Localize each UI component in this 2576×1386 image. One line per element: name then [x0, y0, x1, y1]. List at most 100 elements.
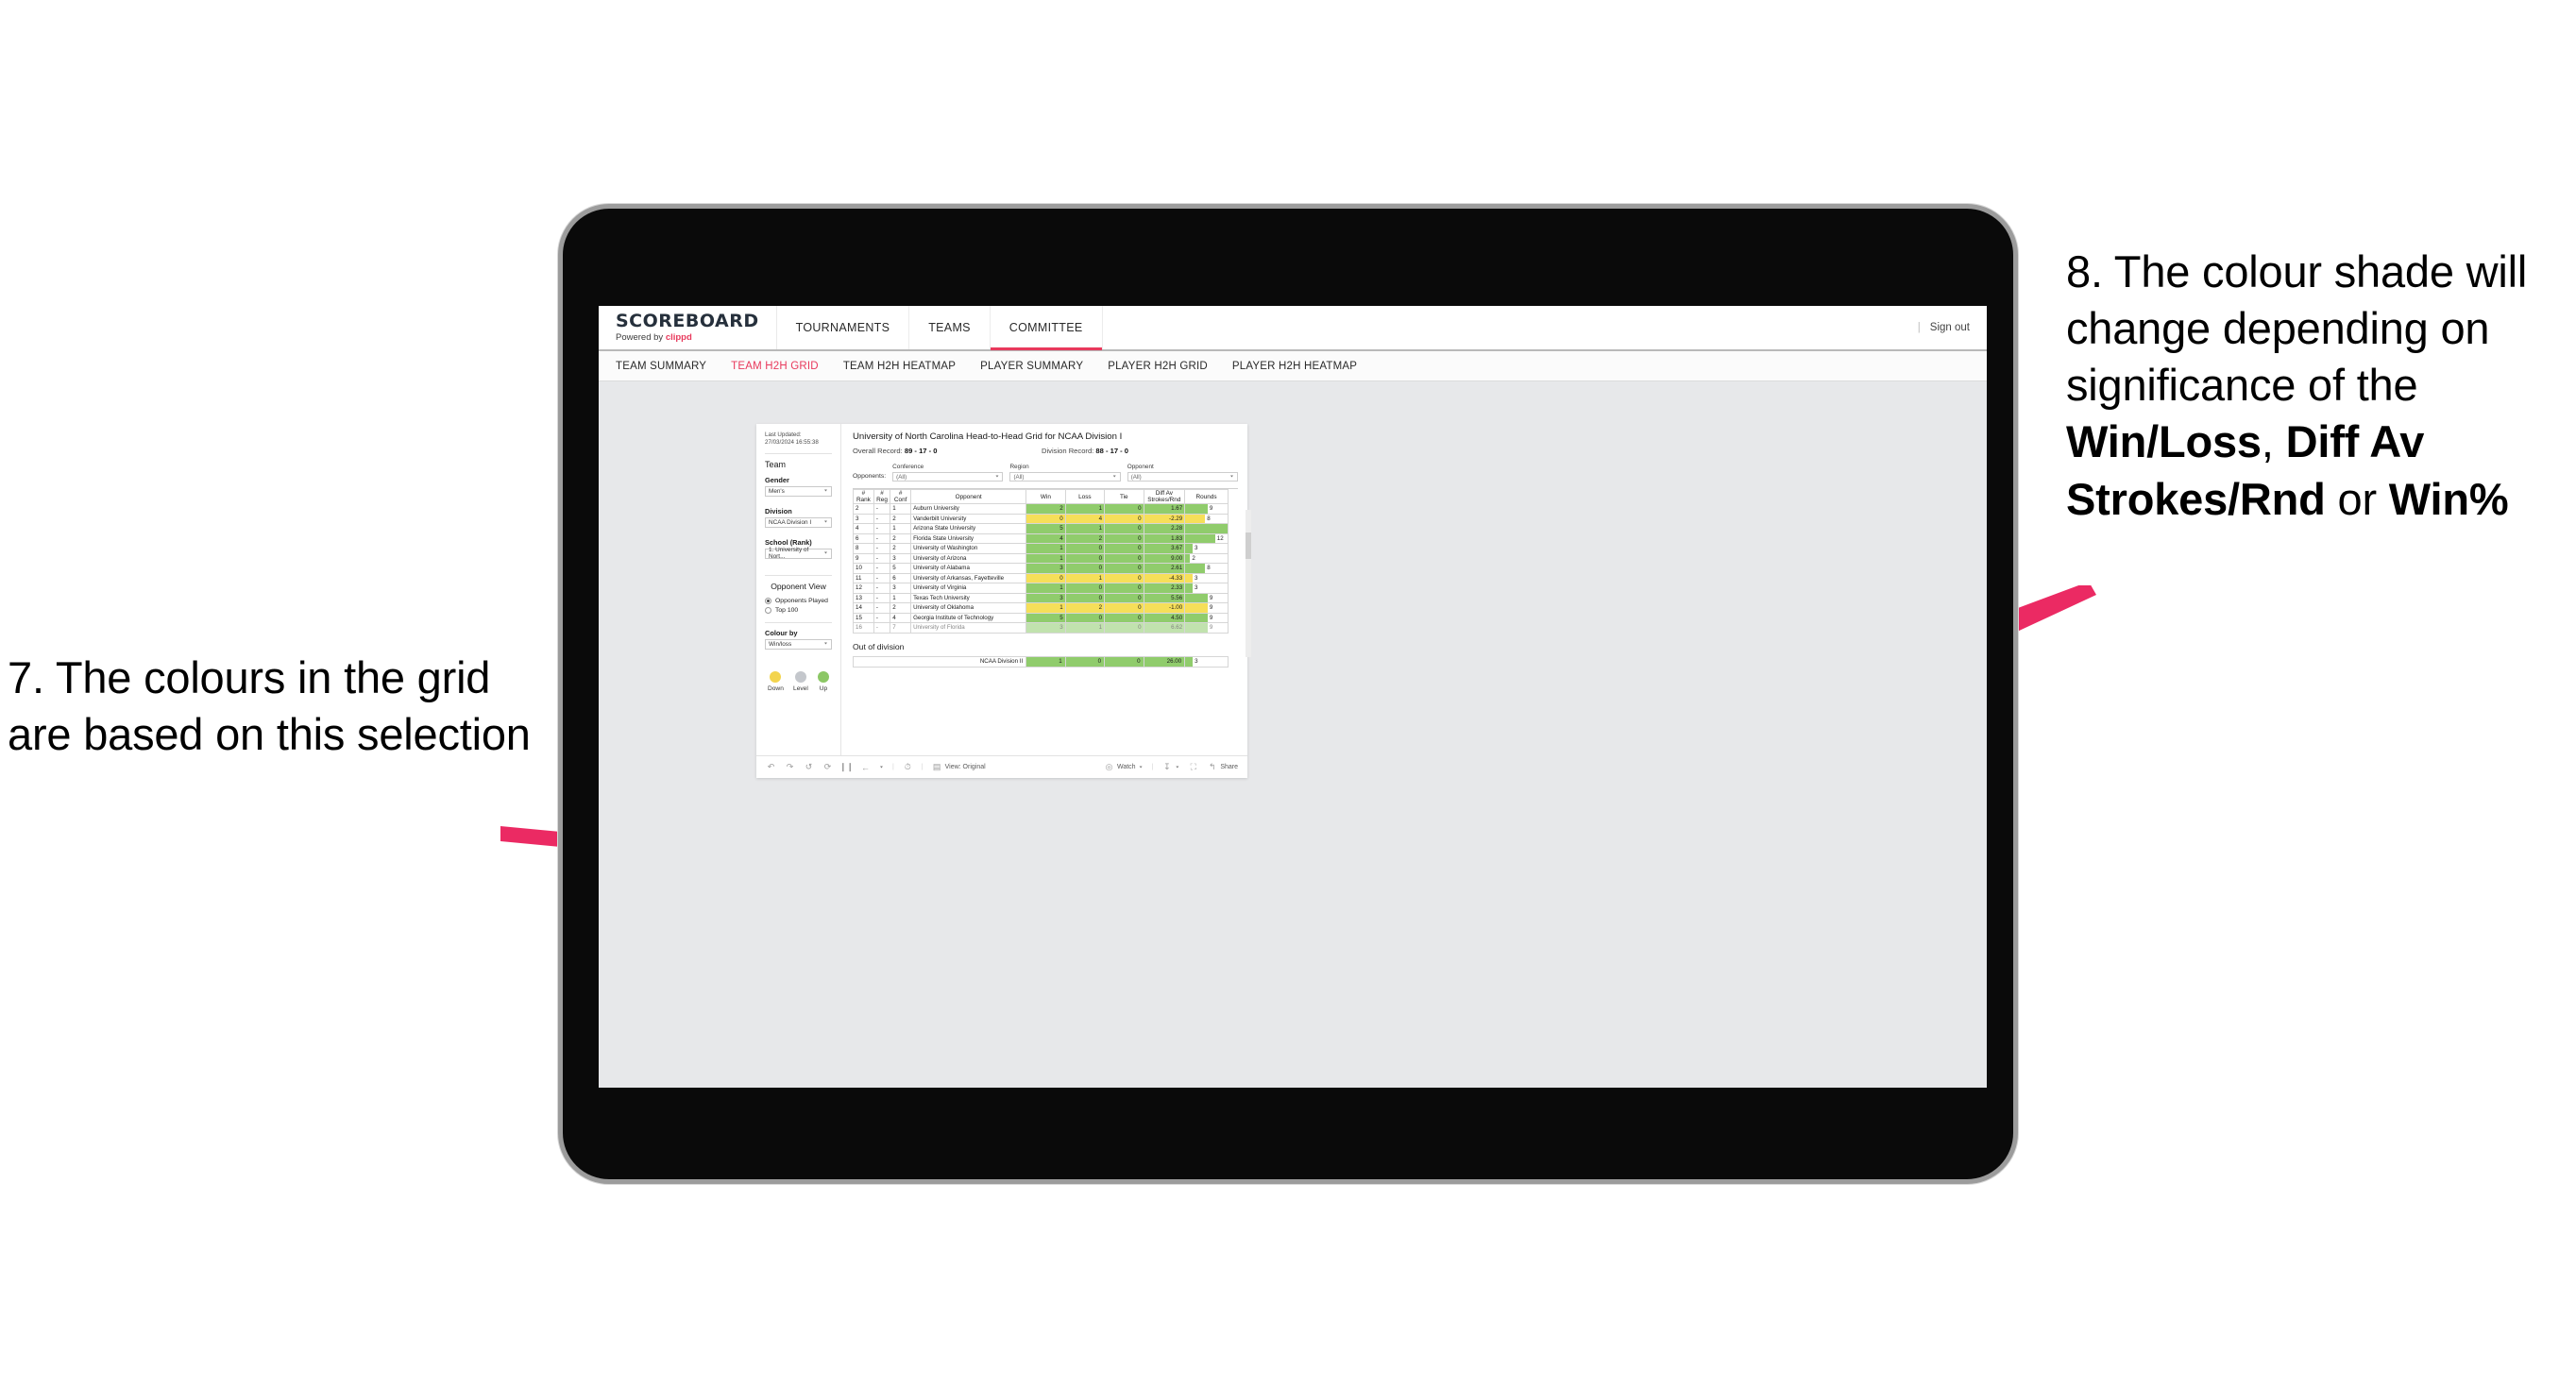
table-row[interactable]: 3-2 Vanderbilt University 0 4 0 -2.29 8 — [853, 513, 1229, 525]
rounds-value: 3 — [1195, 545, 1198, 552]
fullscreen-icon[interactable]: ⛶ — [1188, 762, 1198, 772]
table-row[interactable]: 16-7 University of Florida 3 1 0 6.62 9 — [853, 622, 1229, 634]
division-select[interactable]: NCAA Division I ▼ — [765, 516, 832, 528]
cell-diff: 4.50 — [1143, 612, 1186, 624]
cell-opponent: University of Arkansas, Fayetteville — [910, 572, 1027, 584]
rounds-value: 3 — [1195, 584, 1198, 592]
subnav-team-h2h-heatmap[interactable]: TEAM H2H HEATMAP — [843, 361, 956, 372]
watch-button[interactable]: ◎ Watch ▼ — [1104, 762, 1144, 772]
chevron-down-icon[interactable]: ▼ — [879, 765, 884, 769]
table-row[interactable]: 13-1 Texas Tech University 3 0 0 5.56 9 — [853, 592, 1229, 604]
filter-opponent: Opponent (All) ▼ — [1127, 464, 1238, 482]
subnav-player-h2h-heatmap[interactable]: PLAYER H2H HEATMAP — [1232, 361, 1357, 372]
cell-tie: 0 — [1104, 543, 1144, 554]
col-rounds[interactable]: Rounds — [1184, 488, 1229, 505]
rounds-bar — [1185, 544, 1194, 553]
toolbar-divider-3: | — [1151, 764, 1154, 770]
brand-logo[interactable]: SCOREBOARD Powered by clippd — [599, 306, 777, 349]
cell-reg: - — [873, 513, 891, 525]
table-row[interactable]: 15-4 Georgia Institute of Technology 5 0 0 4.… — [853, 612, 1229, 624]
subnav-team-h2h-grid[interactable]: TEAM H2H GRID — [731, 361, 819, 372]
cell-diff: 3.67 — [1143, 543, 1186, 554]
table-row[interactable]: 10-5 University of Alabama 3 0 0 2.61 8 — [853, 563, 1229, 574]
colour-by-select[interactable]: Win/loss ▼ — [765, 638, 832, 650]
revert-icon[interactable]: ↺ — [804, 762, 814, 772]
cell-conf: 3 — [890, 552, 912, 565]
annotation-right-bold-winpct: Win% — [2388, 473, 2509, 524]
table-row[interactable]: 6-2 Florida State University 4 2 0 1.83 12 — [853, 532, 1229, 545]
pause-icon[interactable]: ❙❙ — [839, 762, 854, 772]
gender-select[interactable]: Men's ▼ — [765, 485, 832, 497]
cell-win: 1 — [1025, 543, 1066, 554]
gender-label: Gender — [765, 475, 789, 484]
rounds-value: 8 — [1207, 565, 1211, 572]
grid-scrollbar[interactable] — [1246, 510, 1251, 657]
filter-conference-select[interactable]: (All) ▼ — [892, 472, 1004, 482]
rounds-bar — [1185, 656, 1194, 667]
filter-region-caption: Region — [1009, 464, 1029, 470]
chevron-down-icon: ▼ — [1111, 474, 1117, 480]
redo-icon[interactable]: ↷ — [785, 762, 795, 772]
cell-diff: 1.67 — [1143, 503, 1186, 515]
chevron-down-icon: ▼ — [823, 520, 828, 525]
share-button[interactable]: ↰ Share — [1207, 762, 1238, 772]
table-row[interactable]: 8-2 University of Washington 1 0 0 3.67 3 — [853, 543, 1229, 554]
subnav-team-summary[interactable]: TEAM SUMMARY — [616, 361, 706, 372]
col-opponent[interactable]: Opponent — [910, 488, 1027, 505]
team-section-heading: Team — [765, 459, 787, 469]
cell-diff: 5.56 — [1143, 592, 1186, 604]
cell-reg: - — [873, 563, 891, 574]
filter-opponent-value: (All) — [1130, 473, 1142, 481]
col-tie[interactable]: Tie — [1104, 488, 1144, 505]
col-win[interactable]: Win — [1025, 488, 1066, 505]
cell-rounds: 8 — [1184, 513, 1229, 525]
cell-tie: 0 — [1104, 563, 1144, 574]
subnav-player-h2h-grid[interactable]: PLAYER H2H GRID — [1108, 361, 1208, 372]
legend-label-down: Down — [768, 685, 784, 692]
download-button[interactable]: ↧ ▼ — [1161, 762, 1179, 772]
table-row[interactable]: 4-1Arizona State University5102.2817 — [853, 523, 1229, 534]
viz-filter-sidebar: Last Updated: 27/03/2024 16:55:38 Team G… — [756, 424, 841, 755]
undo-arrow-icon[interactable]: ← — [860, 762, 871, 772]
table-row[interactable]: 11-6 University of Arkansas, Fayetteville… — [853, 572, 1229, 584]
col-conf[interactable]: # Conf — [890, 488, 912, 505]
filter-region-select[interactable]: (All) ▼ — [1009, 472, 1121, 482]
opponents-label: Opponents: — [853, 473, 887, 480]
radio-top-100[interactable]: Top 100 — [765, 606, 832, 614]
cell-rank: 8 — [853, 543, 874, 554]
chevron-down-icon: ▼ — [1138, 765, 1144, 769]
legend-label-level: Level — [793, 685, 808, 692]
cell-conf: 2 — [890, 602, 912, 614]
nav-teams[interactable]: TEAMS — [909, 306, 991, 349]
undo-icon[interactable]: ↶ — [766, 762, 776, 772]
annotation-right: 8. The colour shade will change dependin… — [2066, 244, 2576, 528]
table-row[interactable]: 2-1 Auburn University 2 1 0 1.67 9 — [853, 503, 1229, 515]
nav-tournaments[interactable]: TOURNAMENTS — [777, 306, 910, 349]
cell-diff: 2.28 — [1143, 523, 1186, 534]
annotation-right-mid2: or — [2325, 473, 2389, 524]
cell-conf: 3 — [890, 583, 912, 594]
cell-rounds: 9 — [1184, 612, 1229, 624]
subnav-player-summary[interactable]: PLAYER SUMMARY — [980, 361, 1083, 372]
col-diff-av-strokes[interactable]: Diff Av Strokes/Rnd — [1143, 488, 1186, 505]
nav-committee[interactable]: COMMITTEE — [990, 306, 1103, 350]
col-rank[interactable]: # Rank — [853, 488, 874, 505]
out-of-division-row[interactable]: NCAA Division II 1 0 0 26.00 3 — [852, 655, 1229, 668]
view-original-button[interactable]: ▤ View: Original — [932, 762, 986, 772]
cell-tie: 0 — [1104, 583, 1144, 594]
filter-region: Region (All) ▼ — [1009, 464, 1121, 482]
school-select[interactable]: 1. University of Nort... ▼ — [765, 547, 832, 560]
col-reg[interactable]: # Reg — [873, 488, 891, 505]
sign-out-link[interactable]: Sign out — [1930, 322, 1970, 333]
clock-icon[interactable]: ⏱ — [903, 762, 913, 772]
watch-icon: ◎ — [1105, 762, 1113, 771]
col-loss[interactable]: Loss — [1064, 488, 1106, 505]
filter-opponent-select[interactable]: (All) ▼ — [1127, 472, 1238, 482]
table-row[interactable]: 12-3 University of Virginia 1 0 0 2.33 3 — [853, 583, 1229, 594]
refresh-icon[interactable]: ⟳ — [822, 762, 833, 772]
radio-opponents-played[interactable]: Opponents Played — [765, 597, 832, 604]
table-row[interactable]: 9-3 University of Arizona 1 0 0 9.00 2 — [853, 552, 1229, 565]
grid-scrollbar-thumb[interactable] — [1246, 532, 1251, 559]
h2h-grid-table: # Rank # Reg # Conf Opponent Win Loss Tie D… — [853, 488, 1229, 634]
table-row[interactable]: 14-2 University of Oklahoma 1 2 0 -1.00 9 — [853, 602, 1229, 614]
